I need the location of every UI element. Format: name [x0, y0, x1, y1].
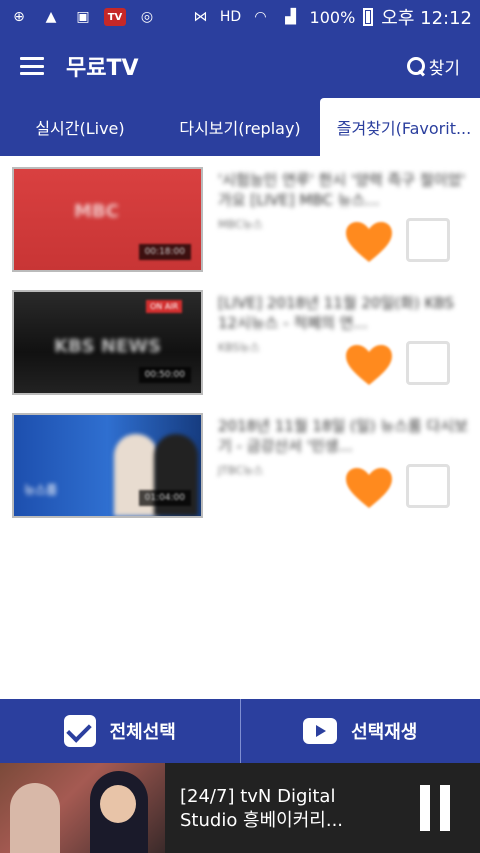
wifi-icon: ◠ — [254, 9, 267, 25]
status-bar: ⊕ ▲ ▣ TV ◎ ⋈ HD ◠ ▟ 100% 오후 12:12 — [0, 0, 480, 34]
select-all-label: 전체선택 — [109, 722, 176, 743]
select-checkbox[interactable] — [406, 341, 450, 385]
sync-icon: ◎ — [140, 9, 154, 25]
search-icon — [406, 57, 425, 75]
add-icon: ⊕ — [13, 9, 25, 25]
tv-app-icon: TV — [104, 8, 126, 26]
list-item[interactable]: ON AIR KBS NEWS 00:50:00 [LIVE] 2018년 11… — [0, 279, 480, 402]
duration-badge: 01:04:00 — [138, 490, 191, 506]
search-button[interactable]: 찾기 — [406, 54, 460, 79]
hd-icon: HD — [219, 9, 242, 25]
image-icon: ▣ — [76, 9, 90, 25]
battery-percent: 100% — [309, 7, 356, 27]
heart-icon[interactable] — [344, 220, 394, 264]
pause-icon[interactable] — [420, 785, 450, 831]
tab-live[interactable]: 실시간(Live) — [0, 98, 160, 156]
clock: 오후 12:12 — [381, 8, 472, 29]
app-title: 무료TV — [66, 56, 139, 81]
tab-favorites[interactable]: 즐겨찾기(Favorit... — [320, 98, 480, 156]
player-thumbnail[interactable] — [0, 763, 165, 853]
select-checkbox[interactable] — [406, 464, 450, 508]
list-item[interactable]: 뉴스룸 01:04:00 2018년 11월 18일 (일) 뉴스룸 다시보기 … — [0, 402, 480, 525]
menu-icon[interactable] — [20, 57, 44, 75]
tab-bar: 실시간(Live) 다시보기(replay) 즐겨찾기(Favorit... — [0, 98, 480, 156]
checkbox-checked-icon — [63, 715, 96, 747]
heart-icon[interactable] — [344, 343, 394, 387]
tab-replay[interactable]: 다시보기(replay) — [160, 98, 320, 156]
duration-badge: 00:18:00 — [138, 244, 191, 260]
duration-badge: 00:50:00 — [138, 367, 191, 383]
player-title: [24/7] tvN Digital Studio 흥베이커리... — [180, 786, 344, 831]
video-thumbnail[interactable]: MBC 00:18:00 — [12, 167, 203, 272]
select-all-button[interactable]: 전체선택 — [0, 699, 240, 763]
video-title: '시험능인 연루' 한시 '양력 즉구 절이었' 가요 [LIVE] MBC 뉴… — [218, 171, 466, 209]
thumbnail-logo: 뉴스룸 — [24, 483, 58, 497]
signal-icon: ▟ — [285, 9, 296, 25]
favorites-list: MBC 00:18:00 '시험능인 연루' 한시 '양력 즉구 절이었' 가요… — [0, 156, 480, 525]
select-checkbox[interactable] — [406, 218, 450, 262]
video-thumbnail[interactable]: ON AIR KBS NEWS 00:50:00 — [12, 290, 203, 395]
thumbnail-logo: KBS NEWS — [54, 336, 162, 357]
search-label: 찾기 — [428, 58, 460, 79]
thumbnail-logo: MBC — [74, 201, 119, 222]
mini-player[interactable]: [24/7] tvN Digital Studio 흥베이커리... — [0, 763, 480, 853]
channel-name: KBS뉴스 — [218, 341, 260, 354]
channel-name: MBC뉴스 — [218, 218, 263, 231]
action-bar: 전체선택 선택재생 — [0, 699, 480, 763]
play-selected-button[interactable]: 선택재생 — [241, 699, 480, 763]
battery-icon — [363, 8, 374, 26]
live-tag: ON AIR — [146, 300, 183, 313]
video-title: 2018년 11월 18일 (일) 뉴스룸 다시보기 - 금강산서 '민생... — [218, 417, 468, 455]
heart-icon[interactable] — [344, 466, 394, 510]
vibrate-icon: ⋈ — [193, 9, 208, 25]
play-selected-label: 선택재생 — [351, 722, 418, 743]
warning-icon: ▲ — [45, 9, 57, 25]
video-title: [LIVE] 2018년 11월 20일(화) KBS 12시뉴스 - 적폐의 … — [218, 294, 454, 332]
play-icon — [303, 718, 338, 744]
video-thumbnail[interactable]: 뉴스룸 01:04:00 — [12, 413, 203, 518]
list-item[interactable]: MBC 00:18:00 '시험능인 연루' 한시 '양력 즉구 절이었' 가요… — [0, 156, 480, 279]
channel-name: JTBC뉴스 — [218, 464, 264, 477]
app-bar: 무료TV 찾기 — [0, 34, 480, 98]
